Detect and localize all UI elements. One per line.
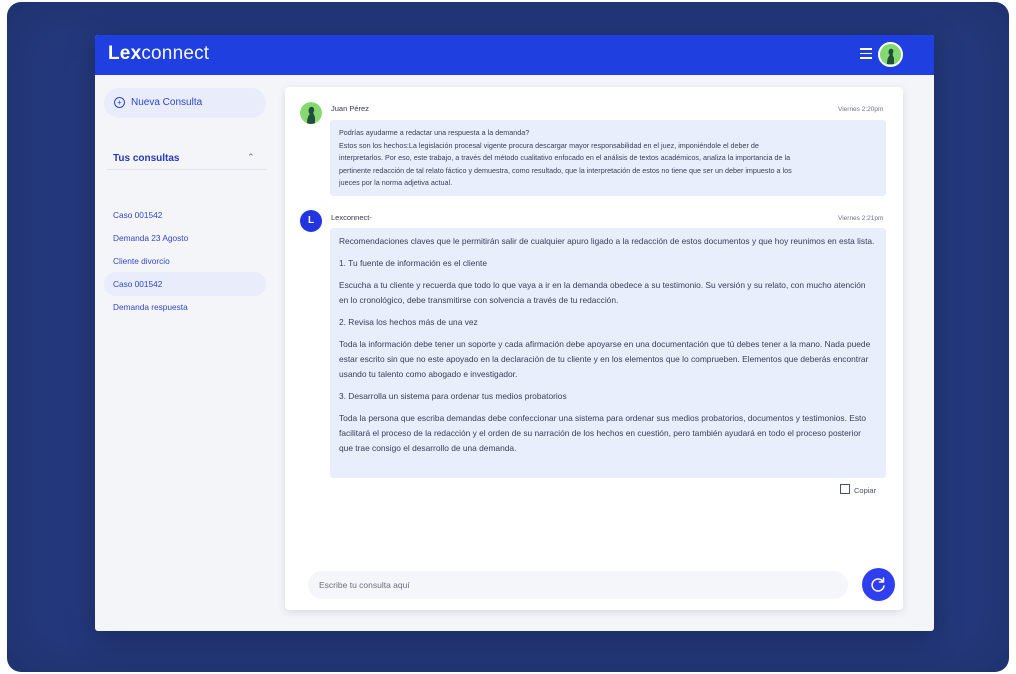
consultations-title: Tus consultas bbox=[113, 153, 180, 164]
send-button[interactable] bbox=[862, 568, 895, 601]
plus-circle-icon: + bbox=[114, 97, 125, 108]
divider bbox=[107, 169, 267, 170]
copy-button[interactable]: Copiar bbox=[840, 484, 876, 495]
user-message-name: Juan Pérez bbox=[331, 104, 369, 113]
user-message-time: Viernes 2:20pm bbox=[838, 106, 884, 113]
user-message-line: Estos son los hechos:La legislación proc… bbox=[339, 140, 759, 150]
user-message-line: interpretarlos. Por eso, este trabajo, a… bbox=[339, 153, 791, 162]
outer-frame: Lexconnect + Nueva Consulta Tus consulta… bbox=[7, 2, 1009, 672]
user-message-bubble: Podrías ayudarme a redactar una respuest… bbox=[330, 120, 886, 196]
message-input[interactable] bbox=[308, 571, 848, 599]
new-consultation-label: Nueva Consulta bbox=[131, 97, 203, 108]
user-avatar[interactable] bbox=[878, 42, 903, 67]
bot-message-time: Viernes 2:21pm bbox=[838, 215, 884, 222]
top-bar: Lexconnect bbox=[95, 35, 934, 75]
sidebar-item-consultation[interactable]: Caso 001542 bbox=[104, 203, 266, 227]
user-message-line: pertinente redacción de tal relato fácti… bbox=[339, 165, 792, 175]
copy-icon bbox=[840, 484, 850, 494]
bot-heading: 3. Desarrolla un sistema para ordenar tu… bbox=[339, 391, 567, 401]
bot-message-name: Lexconnect- bbox=[331, 213, 372, 222]
sidebar-item-consultation[interactable]: Demanda 23 Agosto bbox=[104, 226, 266, 250]
sidebar-item-consultation-active[interactable]: Caso 001542 bbox=[104, 272, 266, 296]
bot-paragraph: Recomendaciones claves que le permitirán… bbox=[339, 236, 875, 246]
app-window: Lexconnect + Nueva Consulta Tus consulta… bbox=[95, 35, 934, 631]
bot-paragraph: Toda la persona que escriba demandas deb… bbox=[339, 413, 866, 453]
bot-heading: 1. Tu fuente de información es el client… bbox=[339, 258, 488, 268]
logo-light: connect bbox=[141, 43, 210, 64]
chat-panel: Juan Pérez Viernes 2:20pm Podrías ayudar… bbox=[285, 87, 903, 610]
logo[interactable]: Lexconnect bbox=[108, 43, 209, 65]
refresh-send-icon bbox=[871, 577, 885, 592]
hamburger-icon[interactable] bbox=[860, 48, 872, 60]
user-message-avatar bbox=[300, 102, 322, 124]
bot-heading: 2. Revisa los hechos más de una vez bbox=[339, 317, 478, 327]
bot-message-bubble: Recomendaciones claves que le permitirán… bbox=[330, 228, 886, 478]
logo-bold: Lex bbox=[108, 43, 142, 64]
sidebar-item-consultation[interactable]: Cliente divorcio bbox=[104, 249, 266, 273]
sidebar: + Nueva Consulta Tus consultas ⌃ Caso 00… bbox=[95, 75, 280, 631]
bot-paragraph: Toda la información debe tener un soport… bbox=[339, 339, 871, 379]
bot-paragraph: Escucha a tu cliente y recuerda que todo… bbox=[339, 280, 866, 305]
bot-message-avatar: L bbox=[300, 210, 322, 232]
copy-label: Copiar bbox=[854, 486, 877, 495]
chevron-up-icon[interactable]: ⌃ bbox=[247, 152, 255, 163]
user-message-line: jueces por la norma adjetiva actual. bbox=[339, 178, 453, 187]
user-message-line: Podrías ayudarme a redactar una respuest… bbox=[339, 128, 530, 137]
new-consultation-button[interactable]: + Nueva Consulta bbox=[104, 88, 266, 118]
sidebar-item-consultation[interactable]: Demanda respuesta bbox=[104, 295, 266, 319]
